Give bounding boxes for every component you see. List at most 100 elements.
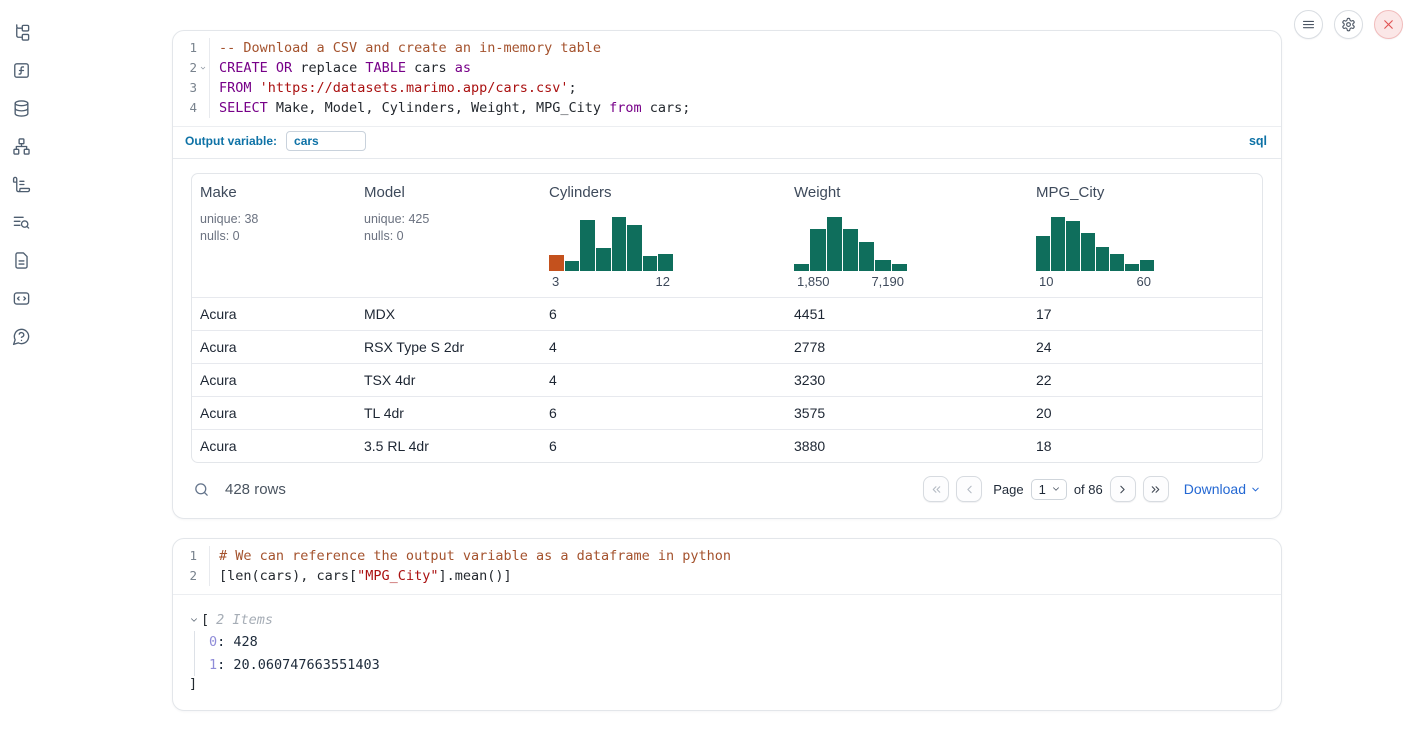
collapse-toggle-button[interactable] (189, 615, 199, 625)
previous-page-button[interactable] (956, 476, 982, 502)
item-value: 428 (233, 634, 257, 650)
column-stats: unique: 425nulls: 0 (364, 211, 533, 245)
line-number-gutter: 1 (173, 38, 210, 58)
histogram-bar (794, 264, 809, 271)
code-line[interactable]: 2[len(cars), cars["MPG_City"].mean()] (173, 566, 1281, 586)
sidebar-button-scratchpad-search[interactable] (10, 211, 32, 233)
gear-icon (1341, 17, 1356, 32)
notebook-column: 1-- Download a CSV and create an in-memo… (172, 0, 1282, 711)
shutdown-button[interactable] (1374, 10, 1403, 39)
table-row[interactable]: AcuraRSX Type S 2dr4277824 (192, 330, 1262, 363)
pagination: Page 1 of 86 Download (923, 476, 1261, 502)
menu-button[interactable] (1294, 10, 1323, 39)
histogram-bar (612, 217, 627, 271)
table-cell: TSX 4dr (356, 372, 541, 388)
sidebar-button-help[interactable] (10, 325, 32, 347)
table-cell: 24 (1028, 339, 1262, 355)
sql-code-editor[interactable]: 1-- Download a CSV and create an in-memo… (173, 31, 1281, 127)
table-cell: Acura (192, 339, 356, 355)
table-cell: TL 4dr (356, 405, 541, 421)
table-cell: Acura (192, 306, 356, 322)
settings-button[interactable] (1334, 10, 1363, 39)
variables-icon (12, 61, 31, 80)
documentation-icon (12, 251, 31, 270)
histogram-bar (627, 225, 642, 271)
table-cell: Acura (192, 438, 356, 454)
fold-chevron-icon[interactable] (197, 58, 209, 78)
results-table: Makeunique: 38nulls: 0Modelunique: 425nu… (191, 173, 1263, 463)
column-title: Weight (794, 184, 1020, 201)
sidebar-button-logs[interactable] (10, 173, 32, 195)
code-line[interactable]: 3FROM 'https://datasets.marimo.app/cars.… (173, 78, 1281, 98)
histogram-range-labels: 1,8507,190 (794, 274, 907, 289)
output-variable-input[interactable] (286, 131, 366, 151)
table-cell: 6 (541, 438, 786, 454)
chevrons-right-icon (1149, 483, 1162, 496)
table-cell: 22 (1028, 372, 1262, 388)
histogram-bar (580, 220, 595, 271)
table-cell: 6 (541, 306, 786, 322)
last-page-button[interactable] (1143, 476, 1169, 502)
histogram-bar (565, 261, 580, 271)
next-page-button[interactable] (1110, 476, 1136, 502)
scratchpad-search-icon (12, 213, 31, 232)
sidebar-button-variables[interactable] (10, 59, 32, 81)
column-header-mpg_city[interactable]: MPG_City1060 (1028, 174, 1262, 297)
chevron-down-icon (189, 615, 199, 625)
language-badge: sql (1249, 134, 1267, 148)
page-select[interactable]: 1 (1031, 479, 1067, 500)
download-button[interactable]: Download (1184, 481, 1261, 497)
table-row[interactable]: AcuraTL 4dr6357520 (192, 396, 1262, 429)
histogram-bar (1110, 254, 1124, 271)
histogram-bar (643, 256, 658, 271)
code-line[interactable]: 1-- Download a CSV and create an in-memo… (173, 38, 1281, 58)
output-variable-row: Output variable: sql (173, 127, 1281, 159)
item-index: 0 (209, 634, 217, 650)
column-stats: unique: 38nulls: 0 (200, 211, 348, 245)
histogram-bar (827, 217, 842, 271)
page-select-value: 1 (1039, 482, 1046, 497)
histogram-bar (1051, 217, 1065, 271)
histogram-bar (1066, 221, 1080, 271)
table-row[interactable]: Acura3.5 RL 4dr6388018 (192, 429, 1262, 462)
first-page-button[interactable] (923, 476, 949, 502)
code-line[interactable]: 1# We can reference the output variable … (173, 546, 1281, 566)
download-label: Download (1184, 481, 1246, 497)
line-number-gutter: 1 (173, 546, 210, 566)
column-header-make[interactable]: Makeunique: 38nulls: 0 (192, 174, 356, 297)
table-row[interactable]: AcuraMDX6445117 (192, 297, 1262, 330)
table-cell: Acura (192, 405, 356, 421)
table-cell: 4 (541, 339, 786, 355)
column-title: MPG_City (1036, 184, 1254, 201)
code-line[interactable]: 2CREATE OR replace TABLE cars as (173, 58, 1281, 78)
file-explorer-icon (12, 23, 31, 42)
python-cell: 1# We can reference the output variable … (172, 538, 1282, 711)
table-cell: MDX (356, 306, 541, 322)
code-line[interactable]: 4SELECT Make, Model, Cylinders, Weight, … (173, 98, 1281, 118)
column-histogram: 312 (549, 217, 673, 289)
table-row[interactable]: AcuraTSX 4dr4323022 (192, 363, 1262, 396)
chevron-left-icon (963, 483, 976, 496)
sidebar-button-dependency-graph[interactable] (10, 135, 32, 157)
column-header-weight[interactable]: Weight 1,8507,190 (786, 174, 1028, 297)
open-bracket: [ (201, 609, 209, 631)
sidebar-button-datasources[interactable] (10, 97, 32, 119)
chevrons-left-icon (930, 483, 943, 496)
table-cell: 3575 (786, 405, 1028, 421)
sidebar-button-snippets[interactable] (10, 287, 32, 309)
sidebar-button-documentation[interactable] (10, 249, 32, 271)
column-header-cylinders[interactable]: Cylinders312 (541, 174, 786, 297)
sidebar-button-file-explorer[interactable] (10, 21, 32, 43)
table-cell: 4451 (786, 306, 1028, 322)
histogram-bar (892, 264, 907, 271)
search-button[interactable] (193, 481, 210, 498)
column-histogram: 1,8507,190 (794, 217, 907, 289)
table-cell: 17 (1028, 306, 1262, 322)
column-header-model[interactable]: Modelunique: 425nulls: 0 (356, 174, 541, 297)
sidebar-icon-rail (0, 0, 42, 347)
close-bracket: ] (189, 676, 1263, 692)
histogram-bar (810, 229, 825, 271)
histogram-bar (596, 248, 611, 271)
line-number-gutter: 2 (173, 566, 210, 586)
python-code-editor[interactable]: 1# We can reference the output variable … (173, 539, 1281, 595)
